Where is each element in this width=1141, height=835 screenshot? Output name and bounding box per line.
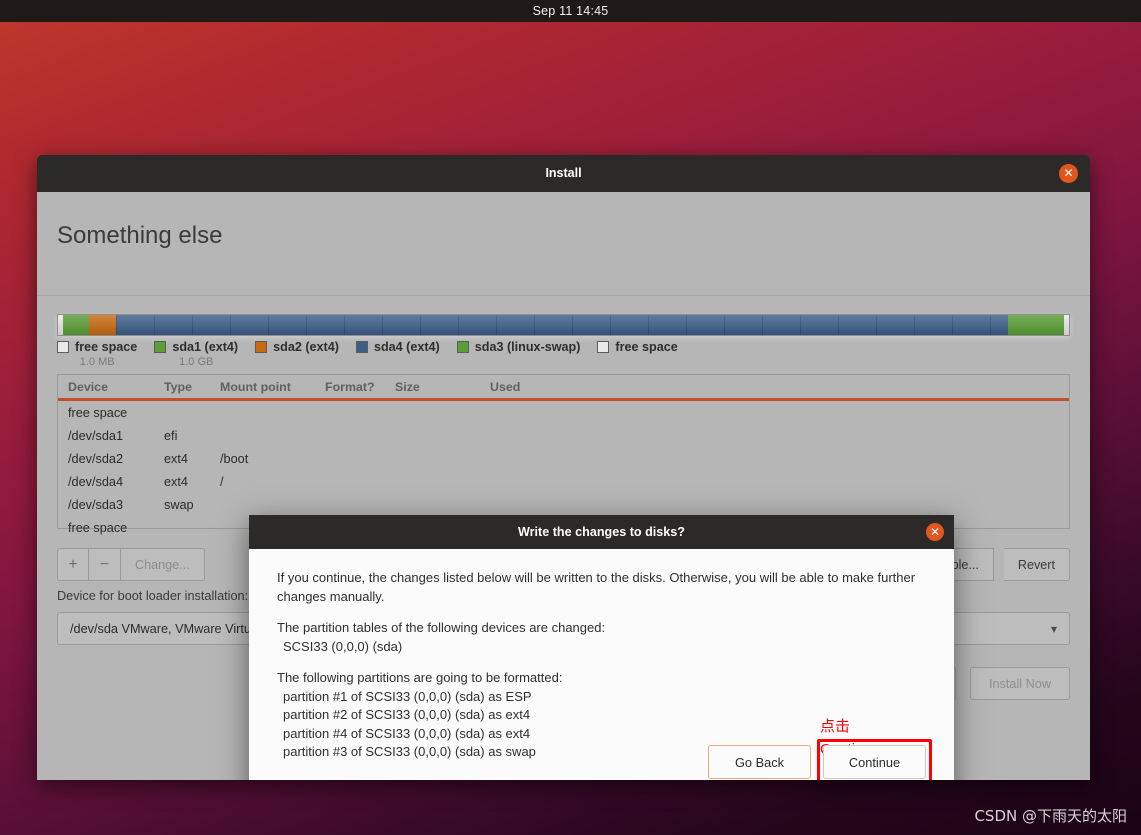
- legend-label: free space: [75, 340, 138, 354]
- partition-bar[interactable]: [57, 314, 1070, 336]
- column-header-type: Type: [164, 379, 192, 394]
- column-header-device: Device: [68, 379, 108, 394]
- legend-swatch-icon: [456, 341, 469, 353]
- close-icon[interactable]: ✕: [926, 523, 944, 541]
- cell-device: /dev/sda3: [68, 497, 124, 512]
- cell-type: ext4: [164, 451, 188, 466]
- column-header-size: Size: [395, 379, 420, 394]
- partition-legend: free space 1.0 MB sda1 (ext4) 1.0 GB sda2 (e…: [57, 340, 678, 368]
- write-changes-dialog: Write the changes to disks? ✕ If you con…: [249, 515, 954, 780]
- close-icon[interactable]: ✕: [1059, 164, 1078, 183]
- partition-segment-3[interactable]: [115, 315, 1009, 335]
- legend-swatch-icon: [355, 341, 368, 353]
- legend-item-4: sda3 (linux-swap): [456, 340, 581, 356]
- dialog-title: Write the changes to disks?: [517, 525, 686, 539]
- legend-item-5: free space: [597, 340, 678, 356]
- installer-body: Something else free space 1.0 MB sda1 (ext…: [37, 192, 1090, 780]
- continue-button[interactable]: Continue: [823, 745, 926, 779]
- cell-device: free space: [68, 405, 128, 420]
- legend-size: 1.0 MB: [79, 356, 115, 368]
- legend-item-0: free space 1.0 MB: [57, 340, 137, 368]
- page-title: Something else: [57, 222, 223, 249]
- cell-type: swap: [164, 497, 194, 512]
- legend-swatch-icon: [154, 341, 167, 353]
- continue-highlight-box: Continue: [817, 739, 932, 780]
- legend-label: sda2 (ext4): [273, 340, 339, 354]
- revert-button[interactable]: Revert: [1003, 548, 1070, 581]
- chevron-down-icon: ▾: [1050, 621, 1057, 636]
- table-row[interactable]: /dev/sda4 ext4 /: [58, 470, 1069, 493]
- legend-swatch-icon: [57, 341, 69, 353]
- system-topbar: Sep 11 14:45: [0, 0, 1141, 22]
- table-row[interactable]: free space: [58, 401, 1069, 424]
- legend-size: 1.0 GB: [179, 356, 214, 368]
- dialog-body: If you continue, the changes listed belo…: [249, 549, 954, 780]
- window-title-bar: Install ✕: [37, 155, 1090, 192]
- table-row[interactable]: /dev/sda1 efi: [58, 424, 1069, 447]
- bootloader-label: Device for boot loader installation:: [57, 589, 249, 603]
- cell-device: /dev/sda1: [68, 428, 124, 443]
- dialog-paragraph-1: If you continue, the changes listed belo…: [277, 570, 916, 604]
- legend-label: free space: [615, 340, 678, 354]
- table-row[interactable]: /dev/sda3 swap: [58, 493, 1069, 516]
- cell-device: free space: [68, 520, 128, 535]
- table-header-row: Device Type Mount point Format? Size Use…: [58, 375, 1069, 401]
- add-partition-button[interactable]: +: [57, 548, 89, 581]
- cell-type: ext4: [164, 474, 188, 489]
- legend-item-3: sda4 (ext4): [355, 340, 440, 356]
- table-row[interactable]: /dev/sda2 ext4/boot: [58, 447, 1069, 470]
- legend-label: sda1 (ext4): [172, 340, 239, 354]
- cell-mount-point: /boot: [220, 451, 249, 466]
- dialog-paragraph-3: The following partitions are going to be…: [277, 670, 563, 685]
- partition-segment-5[interactable]: [1063, 315, 1070, 335]
- changed-device-list: SCSI33 (0,0,0) (sda): [277, 638, 930, 657]
- window-title: Install: [545, 166, 582, 180]
- legend-label: sda3 (linux-swap): [474, 340, 581, 354]
- cell-mount-point: /: [220, 474, 224, 489]
- partition-edit-buttons: + − Change...: [57, 548, 205, 581]
- annotation-line-1: 点击: [819, 718, 850, 735]
- column-header-mount-point: Mount point: [220, 379, 291, 394]
- legend-item-1: sda1 (ext4) 1.0 GB: [154, 340, 238, 368]
- legend-label: sda4 (ext4): [373, 340, 440, 354]
- install-now-button: Install Now: [969, 667, 1070, 700]
- partition-table[interactable]: Device Type Mount point Format? Size Use…: [57, 374, 1070, 535]
- format-partition-item: partition #1 of SCSI33 (0,0,0) (sda) as …: [283, 688, 532, 704]
- changed-device-item: SCSI33 (0,0,0) (sda): [283, 638, 403, 654]
- dialog-buttons: Go Back Continue: [708, 739, 932, 780]
- dialog-paragraph-2: The partition tables of the following de…: [277, 620, 606, 635]
- partition-segment-2[interactable]: [89, 315, 116, 335]
- change-partition-button[interactable]: Change...: [121, 548, 205, 581]
- partition-segment-1[interactable]: [63, 315, 90, 335]
- clock: Sep 11 14:45: [532, 4, 609, 18]
- cell-device: /dev/sda4: [68, 474, 124, 489]
- column-header-used: Used: [490, 379, 521, 394]
- legend-swatch-icon: [597, 341, 610, 353]
- partition-segment-4[interactable]: [1008, 315, 1064, 335]
- dialog-title-bar: Write the changes to disks? ✕: [249, 515, 954, 549]
- installer-window: Install ✕ Something else free space 1.0 M…: [37, 155, 1090, 780]
- go-back-button[interactable]: Go Back: [708, 745, 811, 779]
- cell-type: efi: [164, 428, 178, 443]
- legend-swatch-icon: [255, 341, 268, 353]
- title-divider: [37, 295, 1090, 296]
- cell-device: /dev/sda2: [68, 451, 124, 466]
- column-header-format: Format?: [325, 379, 375, 394]
- watermark: CSDN @下雨天的太阳: [974, 807, 1127, 825]
- legend-item-2: sda2 (ext4): [255, 340, 339, 356]
- remove-partition-button[interactable]: −: [89, 548, 121, 581]
